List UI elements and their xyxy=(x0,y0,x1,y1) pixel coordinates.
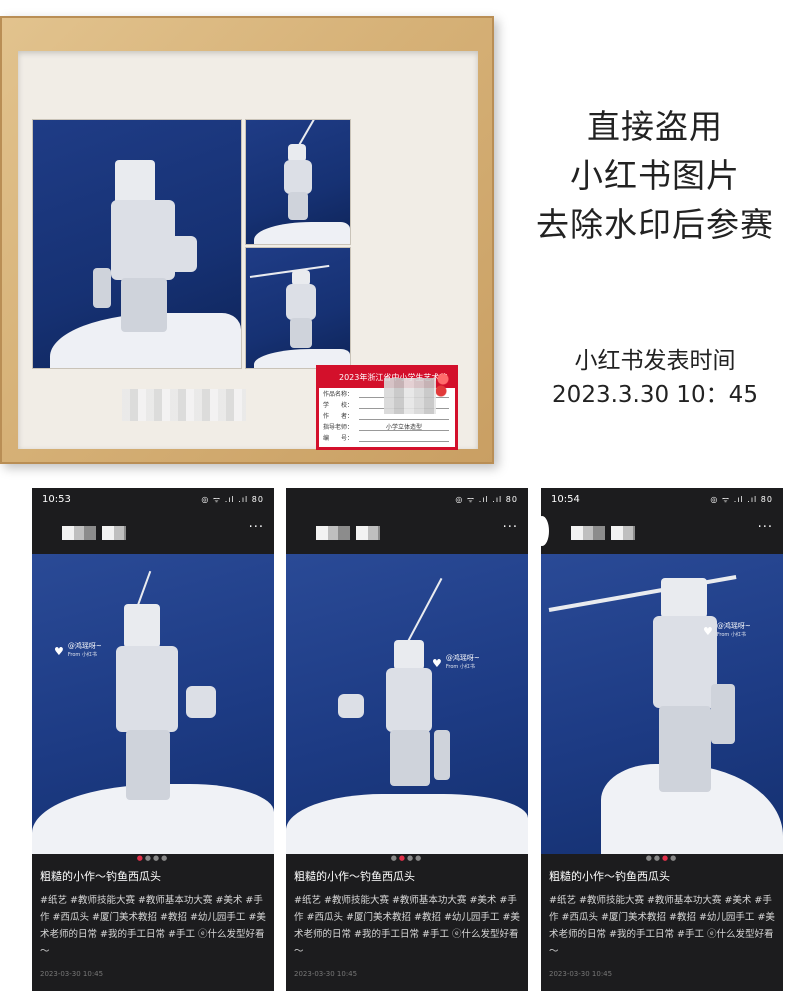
carousel-indicator: ●●●● xyxy=(136,854,170,862)
post-tags[interactable]: #纸艺 #教师技能大赛 #教师基本功大赛 #美术 #手作 #西瓜头 #厦门美术教… xyxy=(294,892,520,960)
status-bar: ◎ ᯤ .ıl .ıl 80 xyxy=(286,488,528,510)
redacted-entry-info xyxy=(384,378,436,414)
post-date: 2023-03-30 10:45 xyxy=(40,970,104,978)
label-field: 编 号： xyxy=(319,432,455,443)
paper-figure xyxy=(548,564,771,844)
xiaohongshu-watermark: ♥ @鸿瑶呀~ From 小红书 xyxy=(703,622,751,638)
xiaohongshu-watermark: ♥ @鸿瑶呀~ From 小红书 xyxy=(54,642,102,658)
carousel-indicator: ●●●● xyxy=(645,854,679,862)
post-tags[interactable]: #纸艺 #教师技能大赛 #教师基本功大赛 #美术 #手作 #西瓜头 #厦门美术教… xyxy=(549,892,775,960)
post-date: 2023-03-30 10:45 xyxy=(294,970,358,978)
picture-frame: 2023年浙江省中小学生艺术节 作品名称： 学 校： 作 者： 指导老师：小学立… xyxy=(0,16,494,464)
post-date: 2023-03-30 10:45 xyxy=(549,970,613,978)
carousel-indicator: ●●●● xyxy=(390,854,424,862)
artwork-photo-bottom xyxy=(245,247,351,369)
post-top-bar: ··· xyxy=(541,510,783,554)
more-options-icon[interactable]: ··· xyxy=(249,520,264,535)
flower-logo-icon xyxy=(433,370,453,400)
heart-icon: ♥ xyxy=(54,644,64,658)
post-title: 粗糙的小作～钓鱼西瓜头 xyxy=(549,870,670,883)
xiaohongshu-watermark: ♥ @鸿瑶呀~ From 小红书 xyxy=(432,654,480,670)
phone-screenshot-2: ◎ ᯤ .ıl .ıl 80 ··· ♥ @鸿瑶呀~ From 小红书 ●●●● … xyxy=(286,488,528,991)
paper-figure xyxy=(338,577,466,814)
more-options-icon[interactable]: ··· xyxy=(758,520,773,535)
artwork-photo-large xyxy=(32,119,242,369)
redacted-username[interactable] xyxy=(62,526,126,540)
redacted-username[interactable] xyxy=(316,526,380,540)
post-title: 粗糙的小作～钓鱼西瓜头 xyxy=(40,870,161,883)
status-time: 10:54 xyxy=(551,493,580,505)
post-image[interactable]: ♥ @鸿瑶呀~ From 小红书 xyxy=(286,554,528,854)
status-icons: ◎ ᯤ .ıl .ıl 80 xyxy=(455,494,518,504)
more-options-icon[interactable]: ··· xyxy=(503,520,518,535)
post-caption: ●●●● 粗糙的小作～钓鱼西瓜头 #纸艺 #教师技能大赛 #教师基本功大赛 #美… xyxy=(286,854,528,978)
publish-label: 小红书发表时间 xyxy=(574,348,736,374)
accusation-line-1: 直接盗用 xyxy=(587,107,723,146)
status-icons: ◎ ᯤ .ıl .ıl 80 xyxy=(201,494,264,504)
redacted-name xyxy=(122,389,246,421)
publish-time: 2023.3.30 10：45 xyxy=(552,382,758,408)
paper-figure xyxy=(249,264,336,360)
redacted-username[interactable] xyxy=(571,526,635,540)
post-top-bar: ··· xyxy=(32,510,274,554)
post-image[interactable]: ♥ @鸿瑶呀~ From 小红书 xyxy=(32,554,274,854)
post-title: 粗糙的小作～钓鱼西瓜头 xyxy=(294,870,415,883)
paper-figure xyxy=(280,120,330,234)
status-time: 10:53 xyxy=(42,493,71,505)
heart-icon: ♥ xyxy=(703,624,713,638)
post-image[interactable]: ♥ @鸿瑶呀~ From 小红书 xyxy=(541,554,783,854)
accusation-line-3: 去除水印后参赛 xyxy=(536,205,774,244)
heart-icon: ♥ xyxy=(432,656,442,670)
post-top-bar: ··· xyxy=(286,510,528,554)
back-button[interactable] xyxy=(541,516,549,546)
artwork-photo-top xyxy=(245,119,351,245)
post-caption: ●●●● 粗糙的小作～钓鱼西瓜头 #纸艺 #教师技能大赛 #教师基本功大赛 #美… xyxy=(541,854,783,978)
accusation-line-2: 小红书图片 xyxy=(570,156,740,195)
label-field: 指导老师： 小学立体造型 xyxy=(319,421,455,432)
phone-screenshot-1: 10:53 ◎ ᯤ .ıl .ıl 80 ··· ♥ @鸿瑶呀~ From 小红书… xyxy=(32,488,274,991)
post-caption: ●●●● 粗糙的小作～钓鱼西瓜头 #纸艺 #教师技能大赛 #教师基本功大赛 #美… xyxy=(32,854,274,978)
accusation-text: 直接盗用 小红书图片 去除水印后参赛 xyxy=(520,102,790,249)
paper-figure xyxy=(93,160,213,350)
status-bar: 10:54 ◎ ᯤ .ıl .ıl 80 xyxy=(541,488,783,510)
post-tags[interactable]: #纸艺 #教师技能大赛 #教师基本功大赛 #美术 #手作 #西瓜头 #厦门美术教… xyxy=(40,892,266,960)
paper-figure xyxy=(112,570,222,824)
status-bar: 10:53 ◎ ᯤ .ıl .ıl 80 xyxy=(32,488,274,510)
phone-screenshot-3: 10:54 ◎ ᯤ .ıl .ıl 80 ··· ♥ @鸿瑶呀~ From 小红书… xyxy=(541,488,783,991)
status-icons: ◎ ᯤ .ıl .ıl 80 xyxy=(710,494,773,504)
publish-info: 小红书发表时间 2023.3.30 10：45 xyxy=(520,344,790,412)
